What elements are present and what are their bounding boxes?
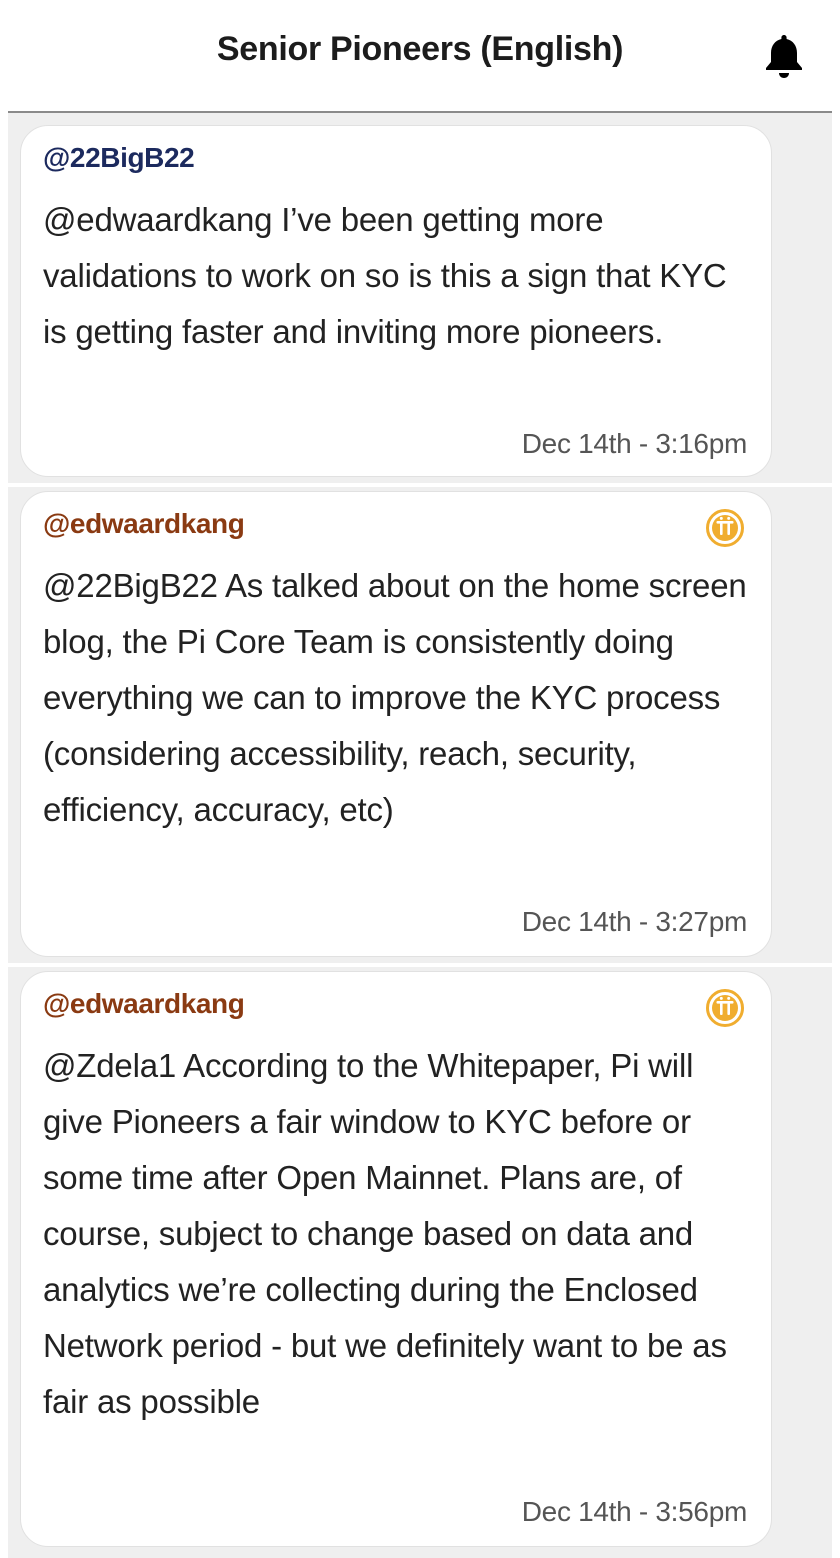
message-timestamp: Dec 14th - 3:16pm	[521, 428, 748, 459]
message-card: @edwaardkang @22BigB22 As talked about o…	[20, 491, 772, 957]
message-author[interactable]: @edwaardkang	[43, 988, 245, 1020]
message-text: @Zdela1 According to the Whitepaper, Pi …	[43, 1047, 727, 1420]
pi-core-team-icon	[706, 989, 744, 1027]
message-timestamp: Dec 14th - 3:56pm	[521, 1496, 748, 1527]
message-text: @22BigB22 As talked about on the home sc…	[43, 567, 747, 828]
bell-icon[interactable]	[764, 32, 804, 80]
message-author[interactable]: @edwaardkang	[43, 508, 245, 540]
message-separator	[8, 483, 832, 487]
message-author[interactable]: @22BigB22	[43, 142, 195, 174]
message-text: @edwaardkang I’ve been getting more vali…	[43, 201, 727, 350]
chat-header: Senior Pioneers (English)	[0, 0, 840, 112]
message-feed[interactable]: @22BigB22 @edwaardkang I’ve been getting…	[8, 113, 832, 1558]
message-card: @edwaardkang @Zdela1 According to the Wh…	[20, 971, 772, 1547]
message-timestamp: Dec 14th - 3:27pm	[521, 906, 748, 937]
message-separator	[8, 963, 832, 967]
chat-title: Senior Pioneers (English)	[216, 30, 624, 68]
message-card: @22BigB22 @edwaardkang I’ve been getting…	[20, 125, 772, 477]
pi-core-team-icon	[706, 509, 744, 547]
